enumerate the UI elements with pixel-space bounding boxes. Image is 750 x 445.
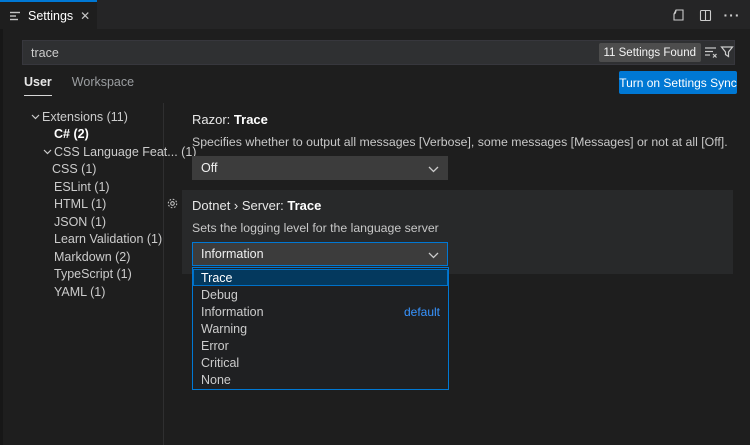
dropdown-option-none[interactable]: None [193, 371, 448, 388]
editor-tab-bar: Settings ✕ ··· [0, 0, 750, 29]
toc-item-html[interactable]: HTML (1) [8, 196, 160, 214]
trace-level-dropdown: Trace Debug Information default Warning … [192, 267, 449, 390]
tab-workspace[interactable]: Workspace [72, 75, 134, 96]
dotnet-server-trace-select[interactable]: Information [192, 242, 448, 266]
setting-description-razor-trace: Specifies whether to output all messages… [192, 135, 728, 149]
setting-description-dotnet-server-trace: Sets the logging level for the language … [192, 221, 439, 235]
chevron-down-icon [428, 166, 439, 173]
settings-editor-icon [9, 10, 21, 22]
toc-item-json[interactable]: JSON (1) [8, 213, 160, 231]
dropdown-option-critical[interactable]: Critical [193, 354, 448, 371]
tab-settings[interactable]: Settings ✕ [0, 0, 97, 29]
split-editor-icon[interactable] [697, 7, 713, 23]
setting-gear-icon[interactable] [165, 196, 180, 211]
dropdown-option-information[interactable]: Information default [193, 303, 448, 320]
settings-search-row: 11 Settings Found [22, 40, 735, 65]
close-icon[interactable]: ✕ [80, 9, 90, 23]
razor-trace-select[interactable]: Off [192, 156, 448, 180]
clear-search-results-icon[interactable] [703, 44, 719, 60]
filter-settings-icon[interactable] [719, 44, 735, 60]
default-value-label: default [404, 305, 440, 319]
toc-item-typescript[interactable]: TypeScript (1) [8, 266, 160, 284]
dropdown-option-warning[interactable]: Warning [193, 320, 448, 337]
chevron-down-icon [28, 114, 42, 120]
chevron-down-icon [428, 252, 439, 259]
toc-item-yaml[interactable]: YAML (1) [8, 283, 160, 301]
toc-item-css-language-features[interactable]: CSS Language Feat... (1) [8, 143, 160, 161]
settings-editor-window: Settings ✕ ··· 11 Settings Found [0, 0, 750, 445]
toc-item-markdown[interactable]: Markdown (2) [8, 248, 160, 266]
setting-title-dotnet-server-trace: Dotnet › Server: Trace [192, 198, 321, 213]
tab-user[interactable]: User [24, 75, 52, 96]
setting-title-razor-trace: Razor: Trace [192, 112, 268, 127]
window-left-edge [0, 29, 3, 445]
dropdown-option-error[interactable]: Error [193, 337, 448, 354]
settings-toc: Extensions (11) C# (2) CSS Language Feat… [8, 108, 160, 301]
toc-item-eslint[interactable]: ESLint (1) [8, 178, 160, 196]
editor-actions: ··· [670, 6, 740, 24]
turn-on-settings-sync-button[interactable]: Turn on Settings Sync [619, 71, 737, 94]
dropdown-option-debug[interactable]: Debug [193, 286, 448, 303]
toc-item-css[interactable]: CSS (1) [8, 161, 160, 179]
tab-title: Settings [28, 9, 73, 23]
chevron-down-icon [40, 149, 54, 155]
toc-item-extensions[interactable]: Extensions (11) [8, 108, 160, 126]
more-actions-icon[interactable]: ··· [724, 7, 740, 23]
toc-item-learn-validation[interactable]: Learn Validation (1) [8, 231, 160, 249]
settings-scope-tabs: User Workspace [24, 75, 134, 96]
toc-item-csharp[interactable]: C# (2) [8, 126, 160, 144]
dropdown-option-trace[interactable]: Trace [193, 269, 448, 286]
open-settings-json-icon[interactable] [670, 7, 686, 23]
results-count-badge: 11 Settings Found [599, 43, 702, 62]
